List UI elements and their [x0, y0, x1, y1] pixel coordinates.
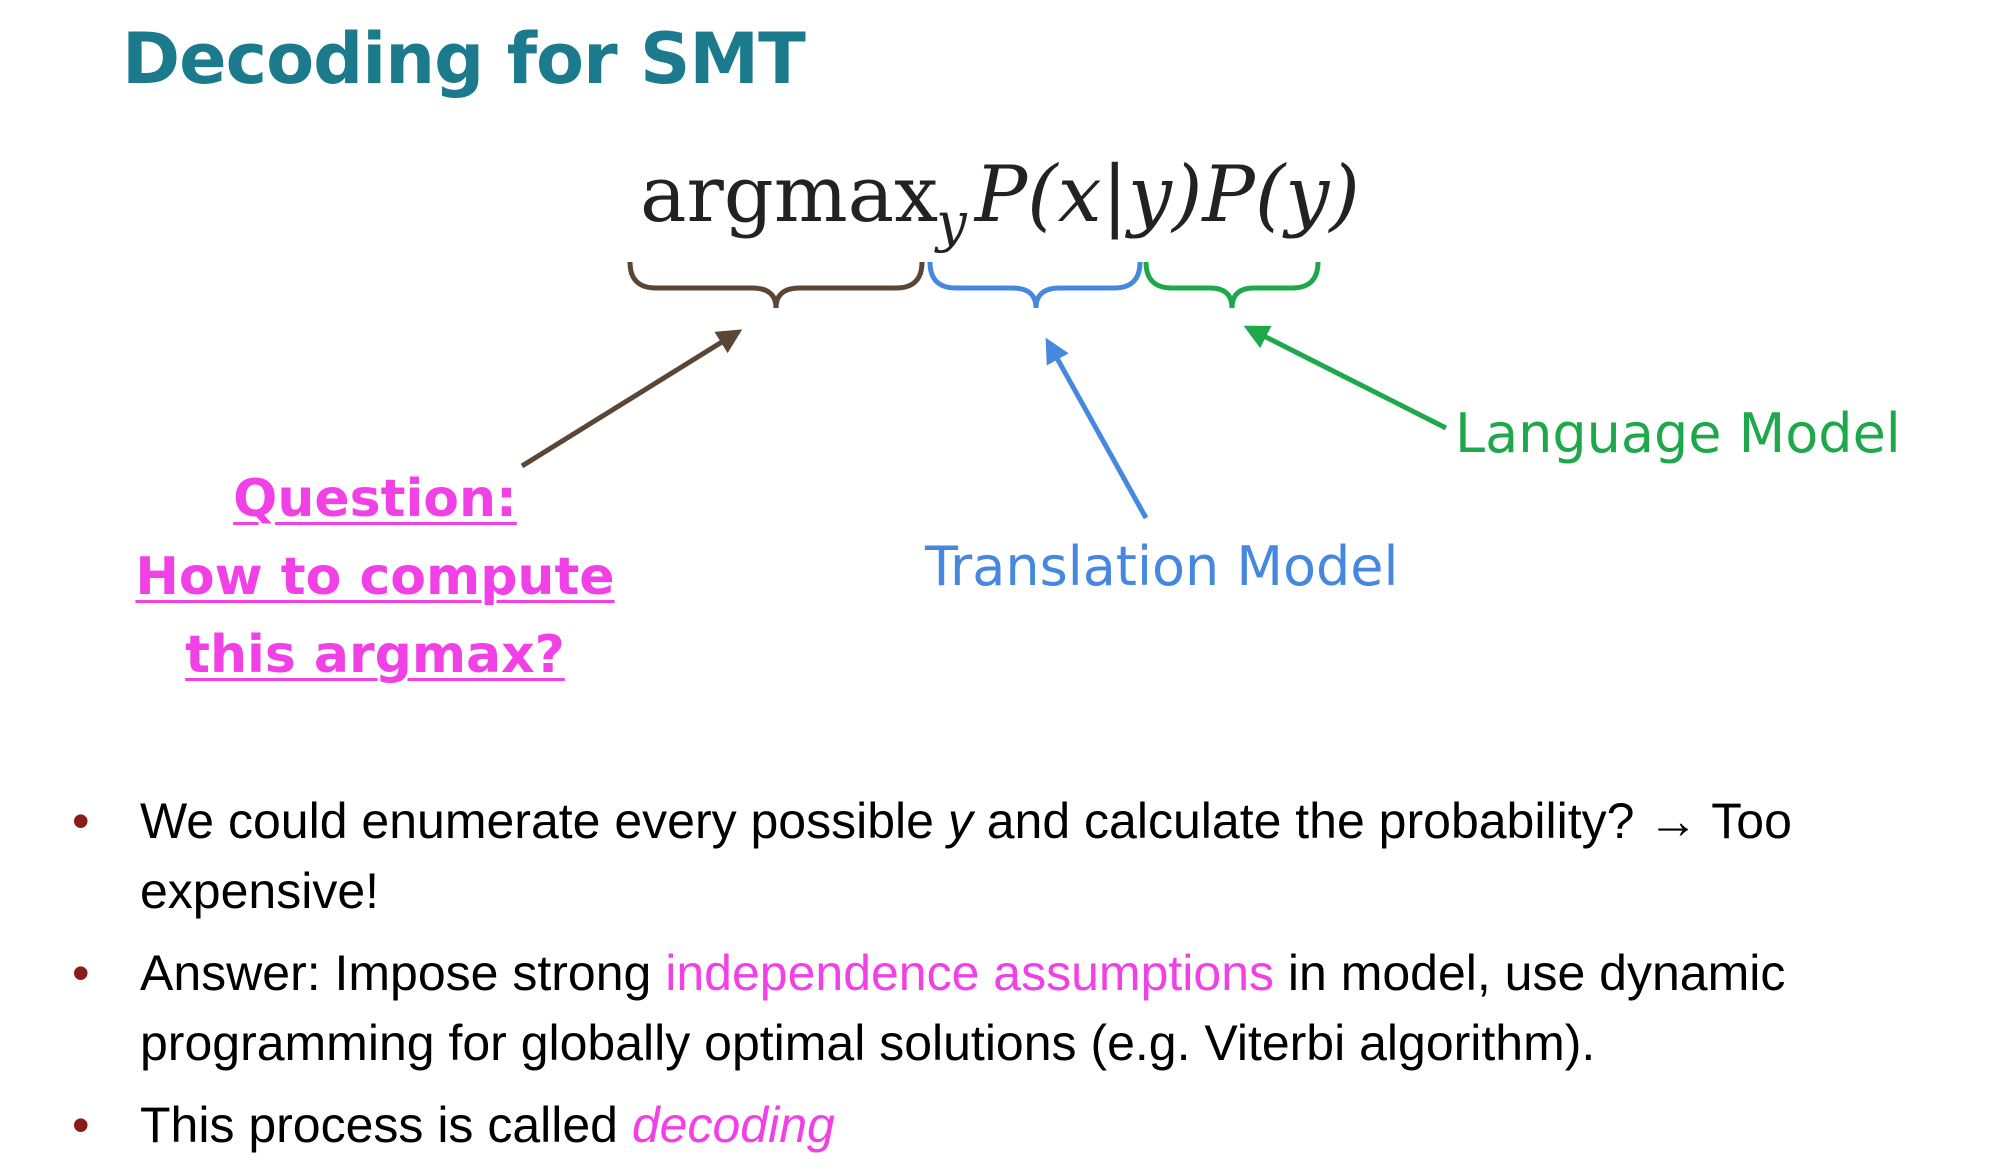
- argmax-brace: [627, 261, 925, 309]
- bullet-item: • This process is called decoding: [70, 1090, 1950, 1160]
- emphasis-variable: y: [947, 793, 973, 849]
- translation-brace: [927, 261, 1143, 309]
- language-arrow: [1243, 325, 1448, 431]
- language-brace: [1143, 261, 1321, 309]
- question-arrow: [520, 329, 743, 469]
- bullet-dot: •: [72, 945, 90, 1001]
- translation-model-label: Translation Model: [925, 535, 1399, 598]
- language-model-label: Language Model: [1455, 402, 1901, 465]
- bullet-dot: •: [72, 1097, 90, 1153]
- highlighted-term: decoding: [631, 1097, 835, 1153]
- question-line-2: How to compute: [135, 547, 615, 607]
- translation-arrow: [1045, 337, 1149, 520]
- question-line-3: this argmax?: [185, 625, 565, 685]
- highlighted-phrase: independence assumptions: [665, 945, 1274, 1001]
- bullet-text: Answer: Impose strong: [140, 945, 666, 1001]
- bullet-dot: •: [72, 793, 90, 849]
- bullet-list: • We could enumerate every possible y an…: [70, 786, 1950, 1172]
- question-callout: Question: How to compute this argmax?: [100, 460, 650, 694]
- bullet-text: We could enumerate every possible: [140, 793, 948, 849]
- bullet-text: This process is called: [140, 1097, 632, 1153]
- bullet-item: • Answer: Impose strong independence ass…: [70, 938, 1950, 1078]
- question-line-1: Question:: [233, 469, 517, 529]
- bullet-item: • We could enumerate every possible y an…: [70, 786, 1950, 926]
